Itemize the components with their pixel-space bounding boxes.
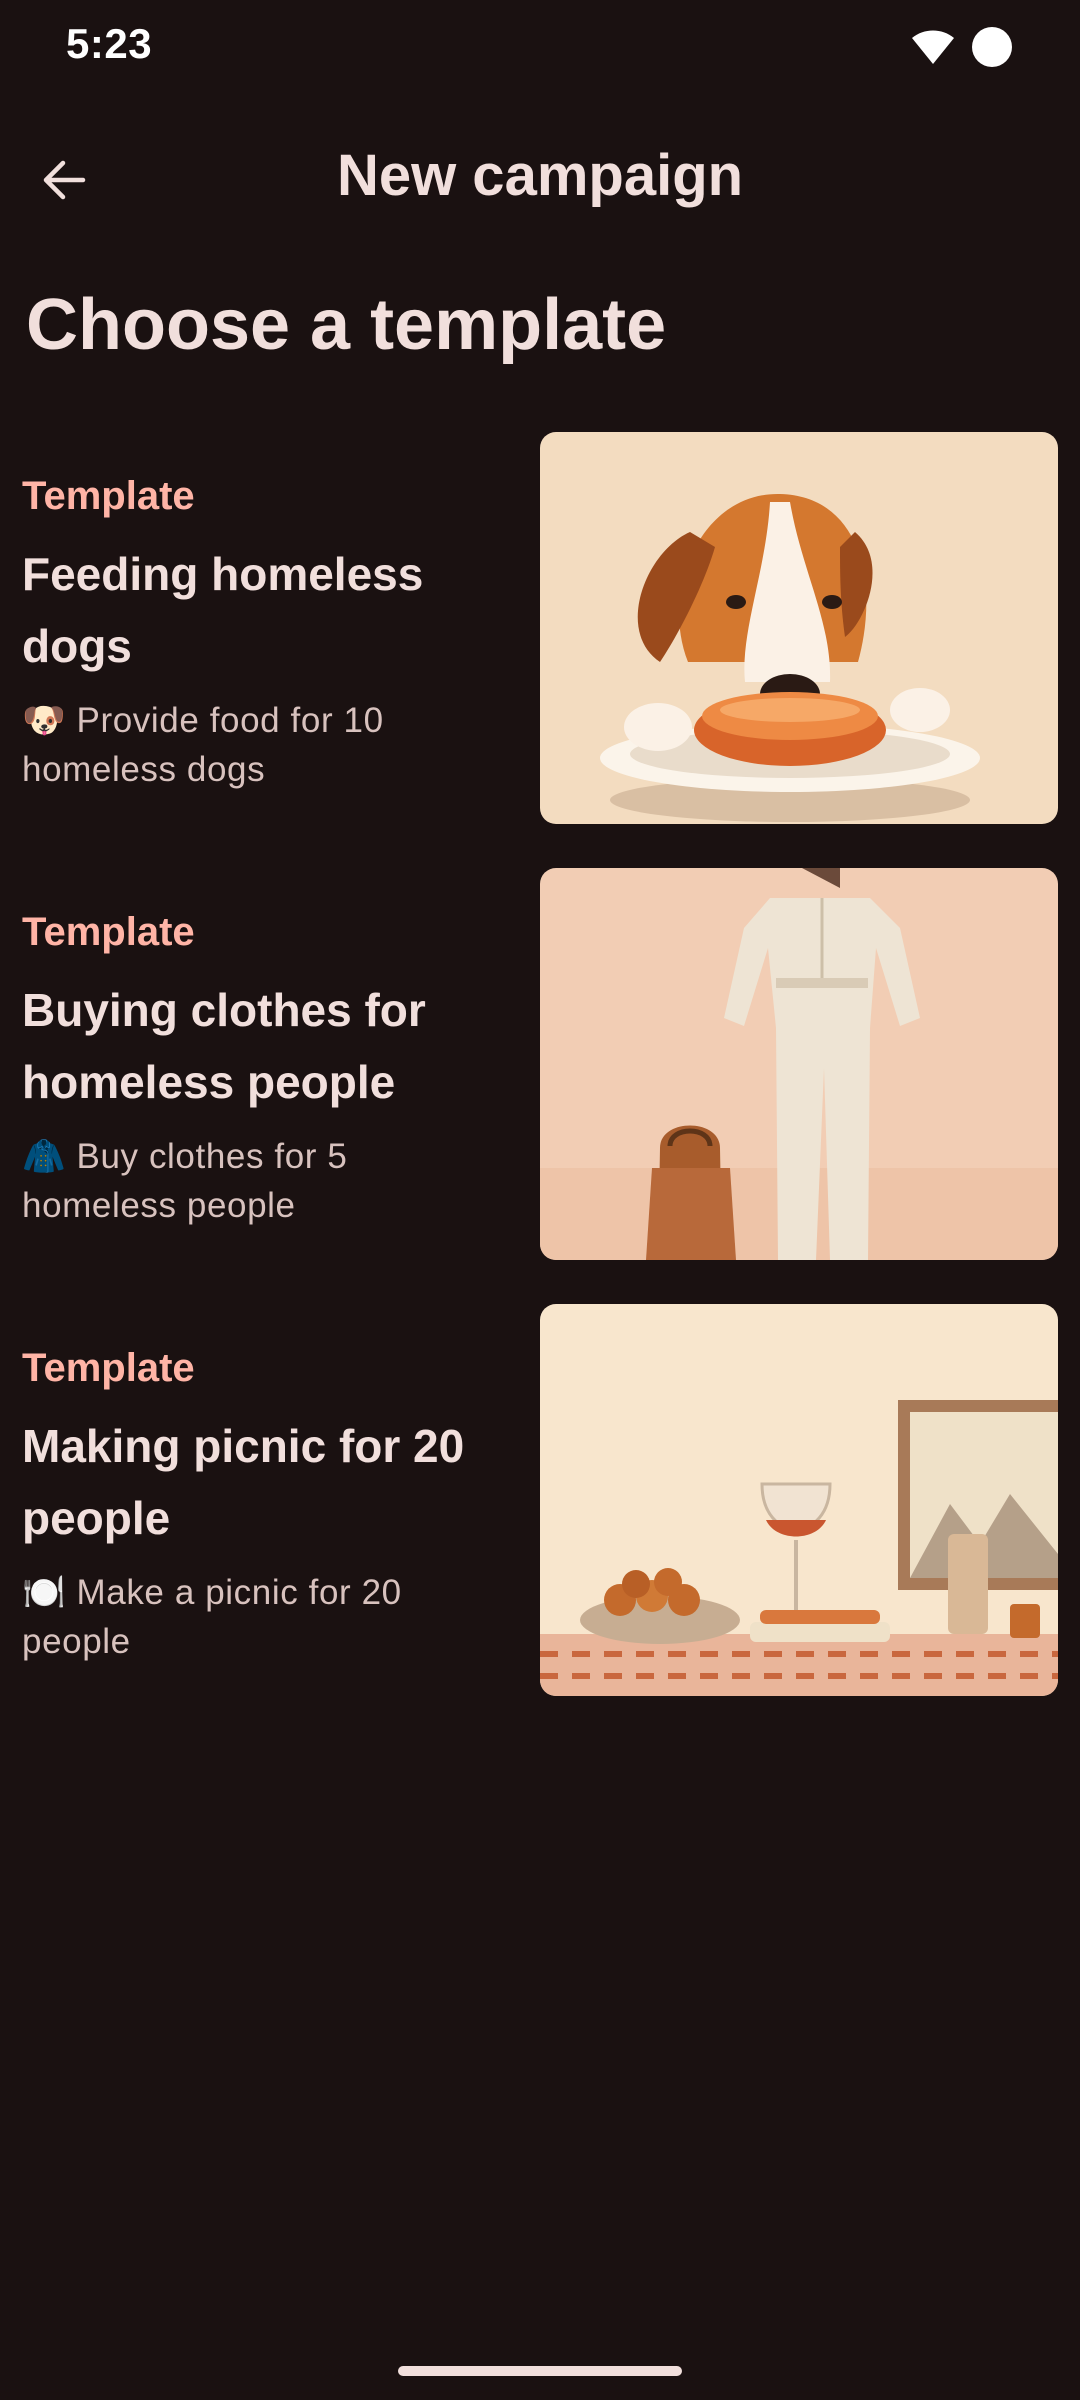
wifi-icon (912, 30, 954, 64)
page-title: Choose a template (26, 285, 667, 365)
template-text: Template Making picnic for 20 people 🍽️ … (22, 1340, 502, 1666)
template-kicker: Template (22, 1346, 195, 1390)
template-description-text: Buy clothes for 5 homeless people (22, 1137, 348, 1225)
app-bar-title: New campaign (336, 143, 744, 208)
template-description: 🐶 Provide food for 10 homeless dogs (22, 696, 502, 794)
template-kicker: Template (22, 474, 195, 518)
plate-emoji-icon: 🍽️ (22, 1573, 67, 1612)
dog-emoji-icon: 🐶 (22, 701, 67, 740)
template-description: 🍽️ Make a picnic for 20 people (22, 1568, 502, 1666)
screen: 5:23 New campaign Choose a template Temp… (0, 0, 1080, 2400)
template-kicker: Template (22, 910, 195, 954)
template-description: 🧥 Buy clothes for 5 homeless people (22, 1132, 502, 1230)
dog-eating-illustration (540, 432, 1058, 824)
template-description-text: Make a picnic for 20 people (22, 1573, 402, 1661)
status-bar: 5:23 (0, 0, 1080, 96)
template-title: Feeding homeless dogs (22, 548, 424, 672)
top-app-bar: New campaign (0, 118, 1080, 238)
clothes-illustration (540, 868, 1058, 1260)
template-text: Template Feeding homeless dogs 🐶 Provide… (22, 468, 502, 794)
template-card-buying-clothes[interactable]: Template Buying clothes for homeless peo… (0, 868, 1080, 1262)
template-card-making-picnic[interactable]: Template Making picnic for 20 people 🍽️ … (0, 1304, 1080, 1698)
home-indicator[interactable] (398, 2366, 682, 2376)
coat-emoji-icon: 🧥 (22, 1137, 67, 1176)
picnic-illustration (540, 1304, 1058, 1696)
template-card-feeding-dogs[interactable]: Template Feeding homeless dogs 🐶 Provide… (0, 432, 1080, 826)
template-title: Buying clothes for homeless people (22, 984, 426, 1108)
status-time: 5:23 (66, 20, 153, 67)
battery-icon (972, 27, 1012, 67)
template-text: Template Buying clothes for homeless peo… (22, 904, 502, 1230)
template-description-text: Provide food for 10 homeless dogs (22, 701, 384, 789)
template-title: Making picnic for 20 people (22, 1420, 465, 1544)
